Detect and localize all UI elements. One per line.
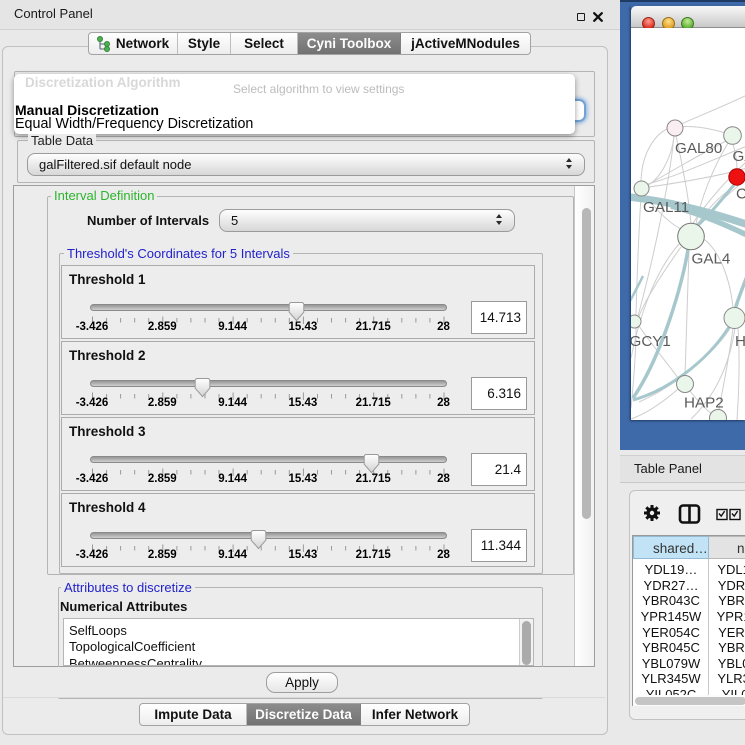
svg-text:C: C <box>736 186 745 203</box>
svg-text:HAP2: HAP2 <box>684 395 724 412</box>
svg-text:GAL11: GAL11 <box>643 199 689 216</box>
svg-text:H: H <box>735 333 745 350</box>
svg-text:GAL4: GAL4 <box>692 251 731 268</box>
svg-text:GA: GA <box>733 148 745 165</box>
svg-text:GCY1: GCY1 <box>631 333 671 350</box>
svg-text:GAL80: GAL80 <box>675 140 722 157</box>
